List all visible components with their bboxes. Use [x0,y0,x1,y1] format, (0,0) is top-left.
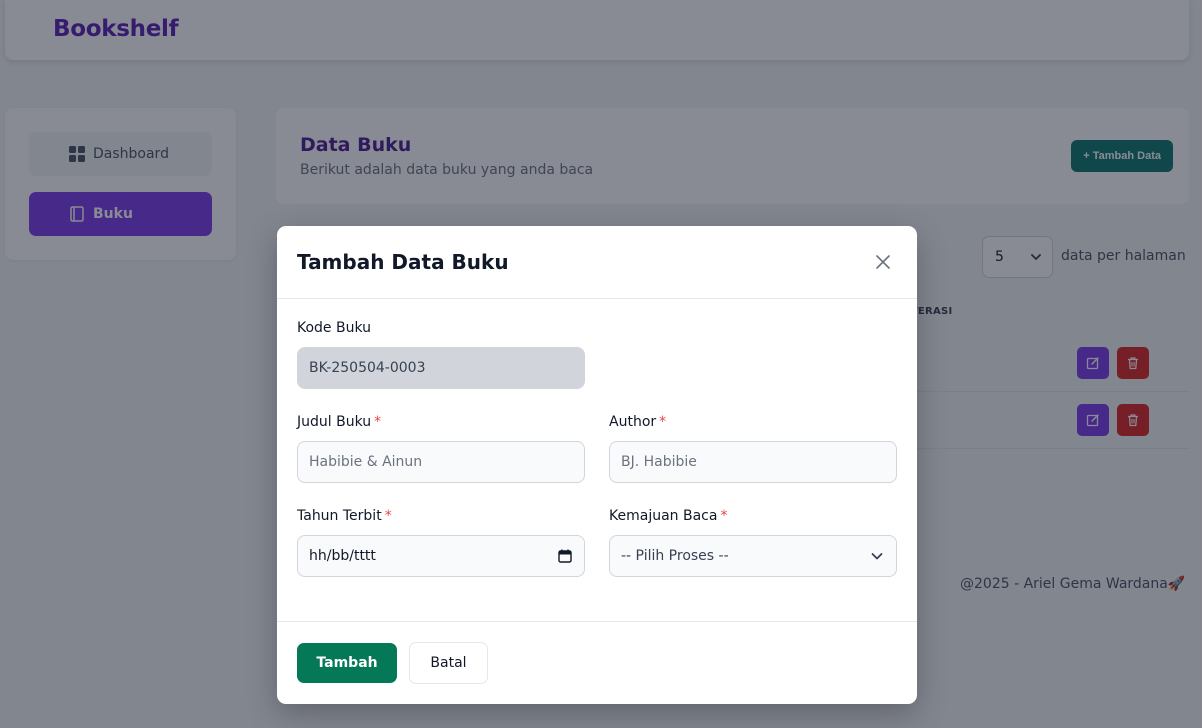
required-marker: * [720,508,728,524]
submit-tambah-button[interactable]: Tambah [297,643,397,683]
required-marker: * [384,508,392,524]
chevron-down-icon [871,553,883,560]
tahun-terbit-date-input[interactable]: hh/bb/tttt [297,535,585,577]
judul-buku-input[interactable]: Habibie & Ainun [297,441,585,483]
required-marker: * [374,414,382,430]
close-icon[interactable] [875,254,891,270]
modal-title: Tambah Data Buku [297,250,509,274]
modal-footer: Tambah Batal [277,621,917,704]
kode-buku-label: Kode Buku [297,320,372,336]
required-marker: * [659,414,667,430]
kemajuan-baca-select[interactable]: -- Pilih Proses -- [609,535,897,577]
judul-buku-label: Judul Buku * [297,414,382,430]
author-input[interactable]: BJ. Habibie [609,441,897,483]
cancel-batal-button[interactable]: Batal [409,642,488,684]
tahun-terbit-label: Tahun Terbit * [297,508,392,524]
add-book-modal: Tambah Data Buku Kode Buku BK-250504-000… [277,226,917,704]
modal-header: Tambah Data Buku [277,226,917,299]
kode-buku-field: BK-250504-0003 [297,347,585,389]
calendar-icon[interactable] [558,549,572,563]
author-label: Author * [609,414,667,430]
kemajuan-baca-label: Kemajuan Baca * [609,508,728,524]
